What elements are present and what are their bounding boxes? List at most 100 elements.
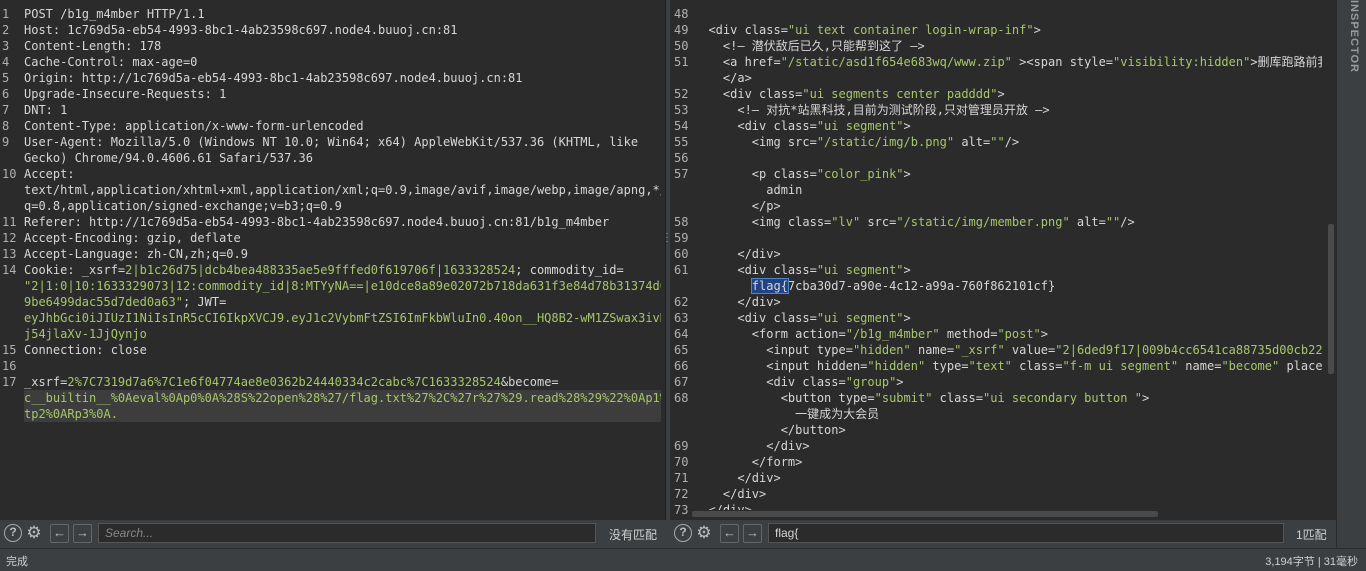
code-line[interactable]: </a> <box>694 70 1322 86</box>
code-line[interactable]: q=0.8,application/signed-exchange;v=b3;q… <box>24 198 661 214</box>
code-line[interactable]: </div> <box>694 438 1322 454</box>
code-line[interactable]: </div> <box>694 470 1322 486</box>
search-next-button[interactable]: → <box>743 524 762 543</box>
code-line[interactable]: </p> <box>694 198 1322 214</box>
code-line[interactable]: </form> <box>694 454 1322 470</box>
code-line[interactable]: <div class="ui segment"> <box>694 262 1322 278</box>
code-token: "2|6ded9f17|009b4cc6541ca88735d00cb22a3" <box>1055 343 1322 357</box>
code-line[interactable]: Host: 1c769d5a-eb54-4993-8bc1-4ab23598c6… <box>24 22 661 38</box>
code-line[interactable]: <img class="lv" src="/static/img/member.… <box>694 214 1322 230</box>
status-text: 完成 <box>6 556 28 568</box>
code-line[interactable]: Upgrade-Insecure-Requests: 1 <box>24 86 661 102</box>
code-line[interactable]: <input hidden="hidden" type="text" class… <box>694 358 1322 374</box>
code-token: POST /b1g_m4mber HTTP/1.1 <box>24 7 205 21</box>
code-line[interactable]: admin <box>694 182 1322 198</box>
code-line[interactable]: tp2%0ARp3%0A. <box>24 406 661 422</box>
code-line[interactable]: "2|1:0|10:1633329073|12:commodity_id|8:M… <box>24 278 661 294</box>
code-line[interactable]: Cache-Control: max-age=0 <box>24 54 661 70</box>
vertical-scroll-thumb[interactable] <box>1328 224 1334 374</box>
code-line[interactable]: </div> <box>694 294 1322 310</box>
code-line[interactable]: Accept-Language: zh-CN,zh;q=0.9 <box>24 246 661 262</box>
code-line[interactable] <box>694 6 1322 22</box>
code-line[interactable]: Cookie: _xsrf=2|b1c26d75|dcb4bea488335ae… <box>24 262 661 278</box>
help-icon[interactable]: ? <box>674 524 692 542</box>
code-line[interactable]: eyJhbGci0iJIUzI1NiIsInR5cCI6IkpXVCJ9.eyJ… <box>24 310 661 326</box>
code-line[interactable]: Referer: http://1c769d5a-eb54-4993-8bc1-… <box>24 214 661 230</box>
horizontal-scroll-thumb[interactable] <box>692 511 1158 517</box>
line-number: 67 <box>674 375 689 389</box>
line-number: 5 <box>2 71 10 85</box>
code-token: > <box>1141 391 1150 405</box>
code-token: Origin: <box>24 71 82 85</box>
code-line[interactable]: Content-Length: 178 <box>24 38 661 54</box>
settings-gear-icon[interactable]: ⚙ <box>694 523 714 543</box>
code-line[interactable]: <div class="ui segments center padddd"> <box>694 86 1322 102</box>
code-line[interactable]: <p class="color_pink"> <box>694 166 1322 182</box>
code-token: </div> <box>694 487 767 501</box>
request-search-input[interactable] <box>98 523 596 543</box>
code-line[interactable]: <div class="ui segment"> <box>694 310 1322 326</box>
code-line[interactable]: Gecko) Chrome/94.0.4606.61 Safari/537.36 <box>24 150 661 166</box>
code-line[interactable]: j54jlaXv-1JjQynjo <box>24 326 661 342</box>
search-prev-button[interactable]: ← <box>50 524 69 543</box>
code-token: > <box>903 263 911 277</box>
code-line[interactable]: flag{7cba30d7-a90e-4c12-a99a-760f862101c… <box>694 278 1322 294</box>
code-token: "hidden" <box>867 359 926 373</box>
code-line[interactable]: 一键成为大会员 <box>694 406 1322 422</box>
code-line[interactable] <box>694 230 1322 246</box>
code-line[interactable]: Origin: http://1c769d5a-eb54-4993-8bc1-4… <box>24 70 661 86</box>
help-icon[interactable]: ? <box>4 524 22 542</box>
code-token: 2|b1c26d75|dcb4bea488335ae5e9fffed0f6197… <box>125 263 516 277</box>
code-line[interactable]: _xsrf=2%7C7319d7a6%7C1e6f04774ae8e0362b2… <box>24 374 661 390</box>
code-line[interactable]: <button type="submit" class="ui secondar… <box>694 390 1322 406</box>
code-line[interactable]: 9be6499dac55d7ded0a63"; JWT= <box>24 294 661 310</box>
response-editor[interactable]: 48 49 <div class="ui text container login… <box>670 0 1328 520</box>
settings-gear-icon[interactable]: ⚙ <box>24 523 44 543</box>
code-line[interactable]: POST /b1g_m4mber HTTP/1.1 <box>24 6 661 22</box>
code-token: "submit" <box>874 391 933 405</box>
code-line[interactable]: <!— 潜伏敌后已久,只能帮到这了 —> <box>694 38 1322 54</box>
response-size-timing: 3,194字节 | 31毫秒 <box>1265 556 1358 568</box>
code-line[interactable]: </div> <box>694 246 1322 262</box>
code-line[interactable]: <div class="group"> <box>694 374 1322 390</box>
code-line[interactable]: <div class="ui text container login-wrap… <box>694 22 1322 38</box>
code-line[interactable]: <input type="hidden" name="_xsrf" value=… <box>694 342 1322 358</box>
code-line[interactable]: </div> <box>694 486 1322 502</box>
code-token: > <box>896 375 904 389</box>
response-search-input[interactable] <box>768 523 1284 543</box>
code-token: </a> <box>694 71 752 85</box>
code-line[interactable]: DNT: 1 <box>24 102 661 118</box>
code-line[interactable]: <a href="/static/asd1f654e683wq/www.zip"… <box>694 54 1322 70</box>
request-editor[interactable]: 1 POST /b1g_m4mber HTTP/1.1 2 Host: 1c769d5… <box>0 0 666 520</box>
code-line[interactable]: Connection: close <box>24 342 661 358</box>
code-token: > <box>903 119 911 133</box>
splitter-grip-icon[interactable]: · · · <box>665 230 669 246</box>
code-line[interactable] <box>24 358 661 374</box>
code-line[interactable] <box>694 150 1322 166</box>
code-line[interactable]: </button> <box>694 422 1322 438</box>
code-line[interactable]: User-Agent: Mozilla/5.0 (Windows NT 10.0… <box>24 134 661 150</box>
search-prev-button[interactable]: ← <box>720 524 739 543</box>
code-token: type= <box>925 359 969 373</box>
code-line[interactable]: Accept-Encoding: gzip, deflate <box>24 230 661 246</box>
code-token: eyJhbGci0iJIUzI1NiIsInR5cCI6IkpXVCJ9.eyJ… <box>24 311 661 325</box>
response-vertical-scrollbar[interactable] <box>1328 0 1336 520</box>
code-line[interactable]: <!— 对抗*站黑科技,目前为测试阶段,只对管理员开放 —> <box>694 102 1322 118</box>
code-token: src= <box>860 215 897 229</box>
code-line[interactable]: text/html,application/xhtml+xml,applicat… <box>24 182 661 198</box>
inspector-label[interactable]: INSPECTOR <box>1340 0 1360 73</box>
line-number: 10 <box>2 167 17 181</box>
code-line[interactable]: c__builtin__%0Aeval%0Ap0%0A%28S%22open%2… <box>24 390 661 406</box>
code-line[interactable]: <div class="ui segment"> <box>694 118 1322 134</box>
search-next-button[interactable]: → <box>73 524 92 543</box>
code-token: /> <box>1120 215 1135 229</box>
response-horizontal-scrollbar[interactable] <box>692 510 1328 518</box>
code-token: c__builtin__%0Aeval%0Ap0%0A%28S%22open%2… <box>24 391 661 405</box>
code-line[interactable]: Content-Type: application/x-www-form-url… <box>24 118 661 134</box>
code-token: http://1c769d5a-eb54-4993-8bc1-4ab23598c… <box>81 71 523 85</box>
code-line[interactable]: Accept: <box>24 166 661 182</box>
code-token: "ui segment" <box>816 119 904 133</box>
inspector-panel-tab[interactable] <box>1336 0 1366 548</box>
code-line[interactable]: <form action="/b1g_m4mber" method="post"… <box>694 326 1322 342</box>
code-line[interactable]: <img src="/static/img/b.png" alt=""/> <box>694 134 1322 150</box>
